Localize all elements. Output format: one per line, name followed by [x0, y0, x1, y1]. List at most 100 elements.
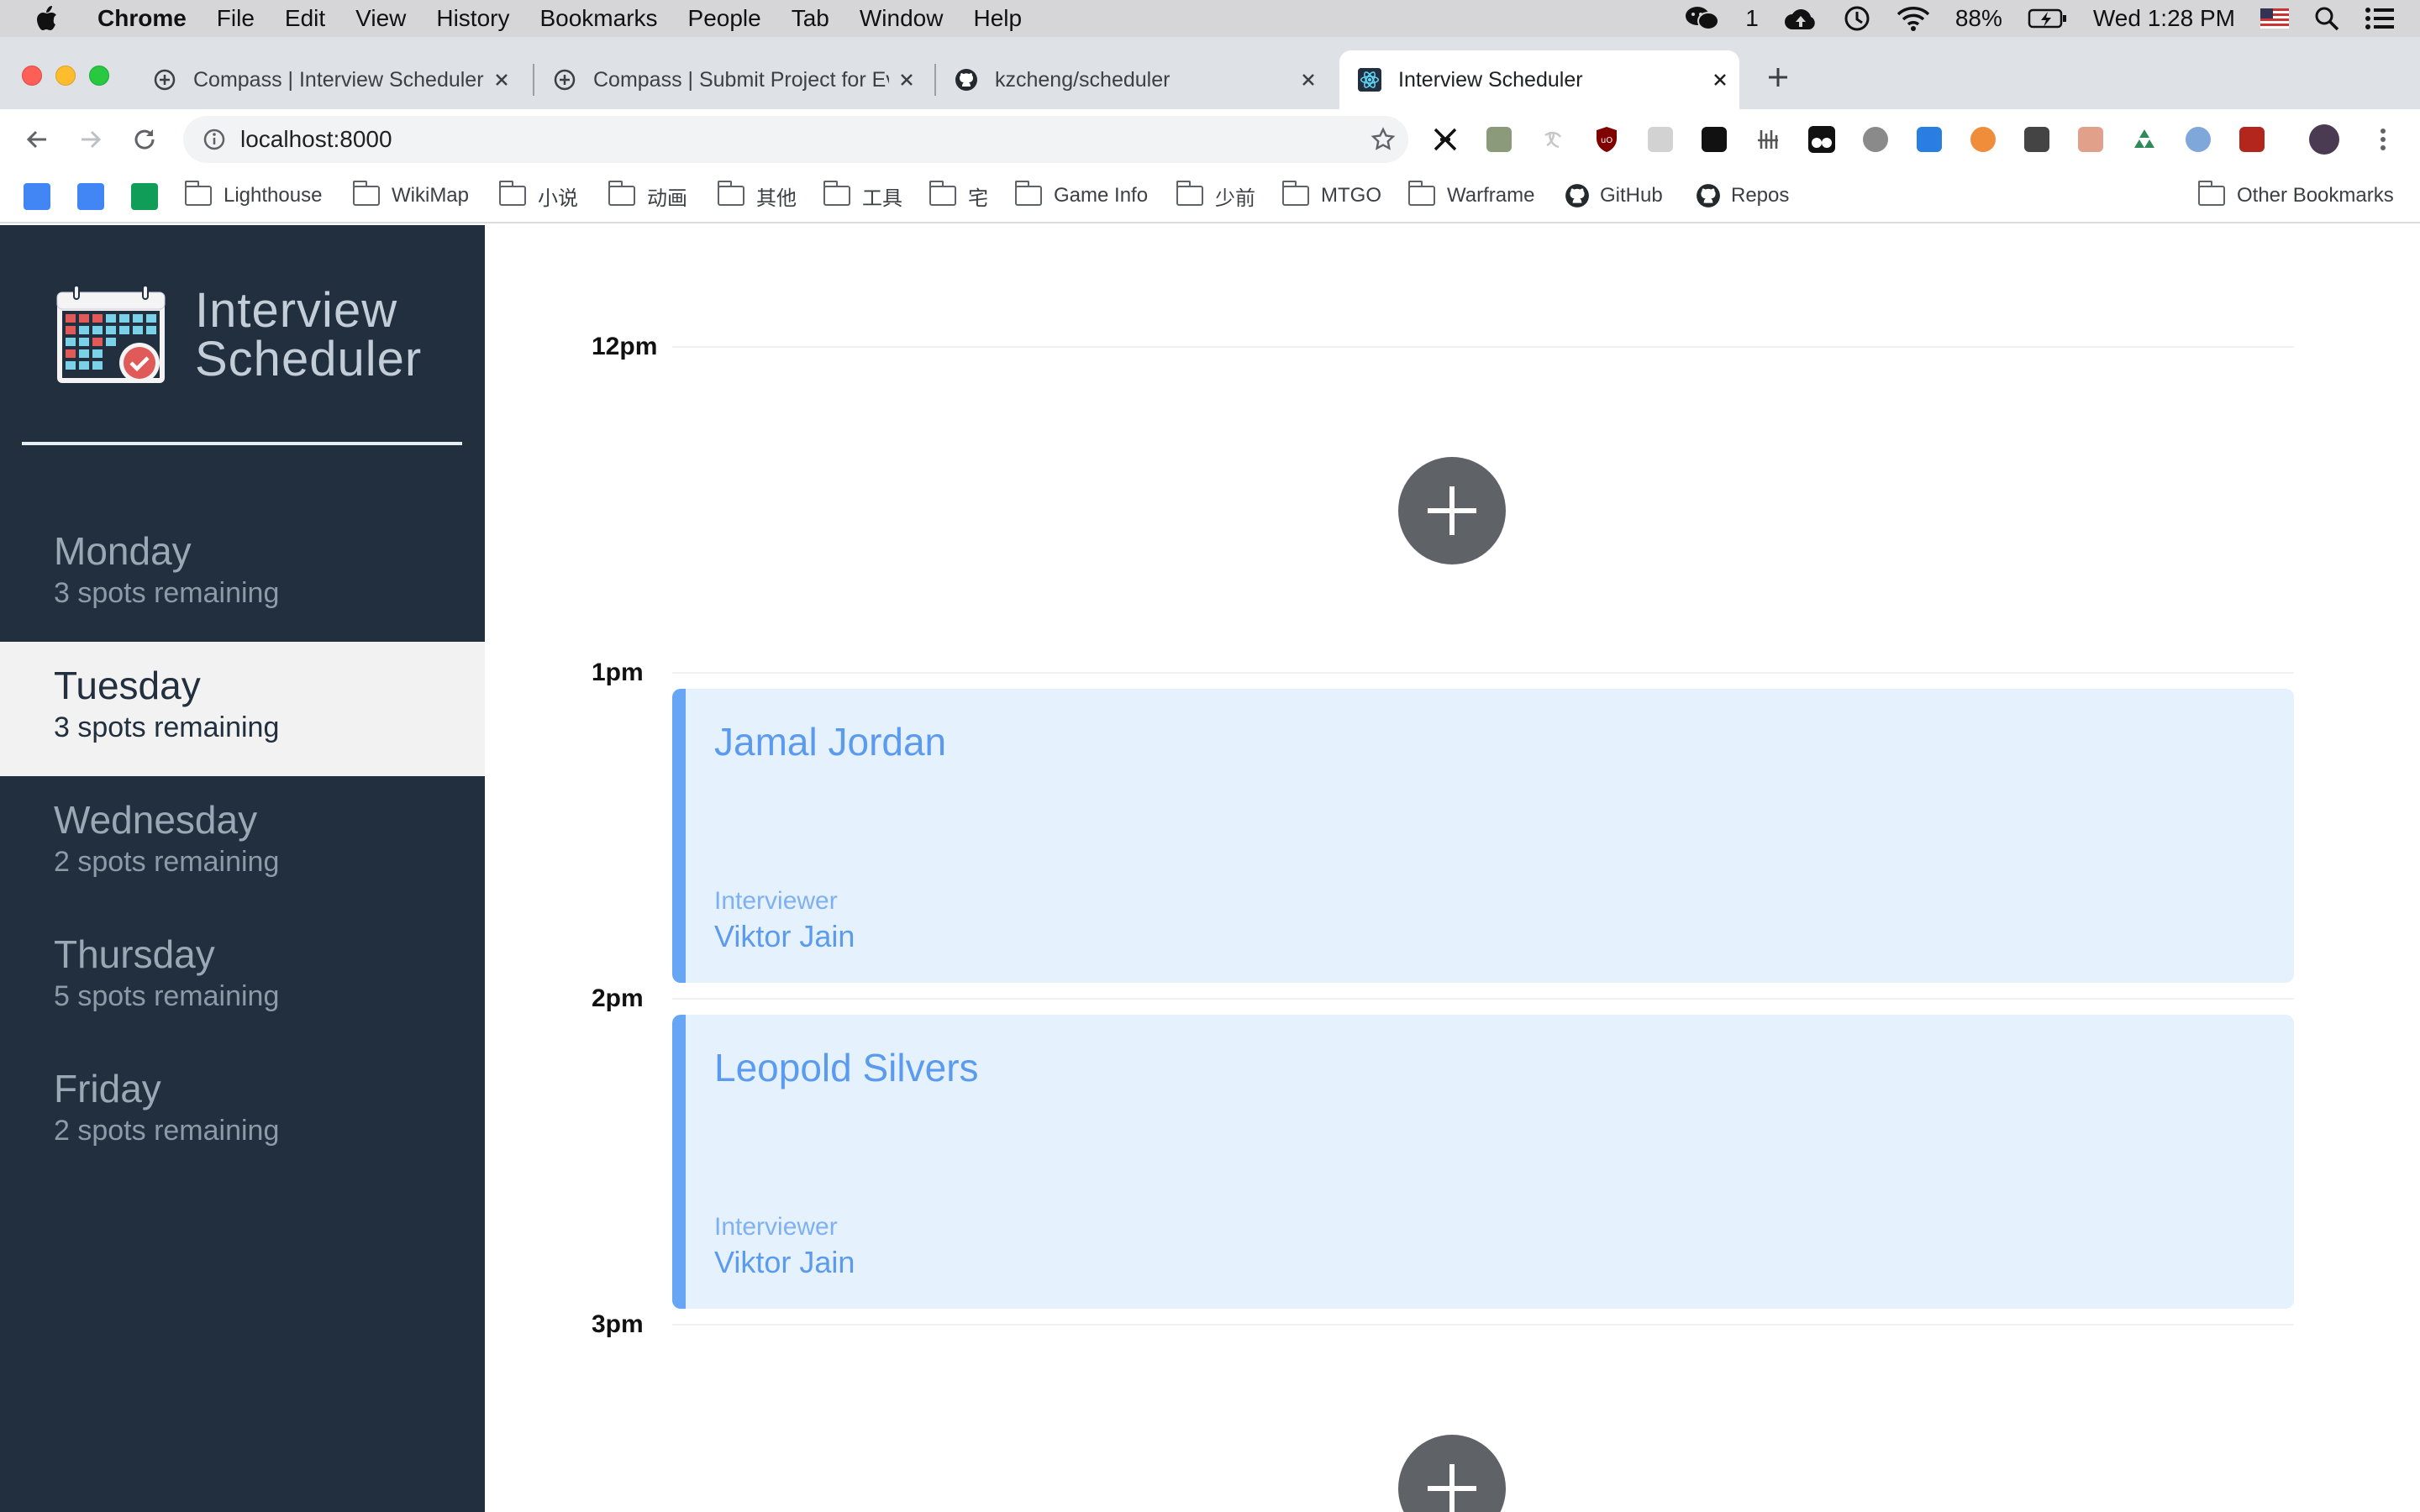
bookmark-other-bookmarks[interactable]: Other Bookmarks — [2198, 181, 2394, 210]
new-tab-button[interactable] — [1763, 62, 1793, 92]
compass-icon — [553, 68, 576, 92]
folder-icon — [1176, 181, 1203, 206]
menu-tab[interactable]: Tab — [792, 5, 829, 32]
window-minimize-button[interactable] — [55, 66, 76, 86]
interviewer-label: Interviewer — [714, 887, 838, 915]
bookmark-lighthouse[interactable]: Lighthouse — [185, 181, 322, 210]
menu-bookmarks[interactable]: Bookmarks — [539, 5, 657, 32]
menu-edit[interactable]: Edit — [285, 5, 325, 32]
day-item-wednesday[interactable]: Wednesday 2 spots remaining — [0, 776, 485, 911]
bookmark-other[interactable]: 其他 — [718, 181, 797, 210]
menu-help[interactable]: Help — [973, 5, 1022, 32]
day-item-monday[interactable]: Monday 3 spots remaining — [0, 507, 485, 642]
reload-button[interactable] — [128, 123, 161, 156]
wechat-count: 1 — [1745, 5, 1759, 31]
clock[interactable]: Wed 1:28 PM — [2093, 5, 2235, 32]
window-close-button[interactable] — [22, 66, 42, 86]
battery-charging-icon[interactable] — [2028, 8, 2068, 29]
extension-blue-icon[interactable] — [2183, 124, 2213, 155]
extension-translate-icon[interactable] — [1484, 124, 1514, 155]
site-info-icon[interactable] — [202, 127, 227, 152]
plus-icon — [1428, 486, 1476, 535]
extension-css-icon[interactable] — [1645, 124, 1676, 155]
cloud-upload-icon[interactable] — [1784, 6, 1818, 31]
extension-orange-icon[interactable] — [1968, 124, 1998, 155]
time-machine-icon[interactable] — [1843, 4, 1871, 33]
forward-button[interactable] — [74, 123, 108, 156]
extension-bars-icon[interactable] — [1753, 124, 1783, 155]
google-translate-icon[interactable] — [24, 183, 50, 210]
day-item-friday[interactable]: Friday 2 spots remaining — [0, 1045, 485, 1179]
menu-file[interactable]: File — [217, 5, 255, 32]
extension-m-icon[interactable] — [1860, 124, 1891, 155]
tab-compass-submit-project[interactable]: Compass | Submit Project for Ev — [534, 50, 926, 109]
calendar-logo-icon — [56, 285, 166, 383]
macos-menu-bar: Chrome File Edit View History Bookmarks … — [0, 0, 2420, 37]
bookmark-label: 其他 — [756, 186, 797, 210]
bookmark-star-icon[interactable] — [1370, 126, 1397, 153]
bookmark-label: 小说 — [538, 186, 578, 210]
bookmark-game-info[interactable]: Game Info — [1015, 181, 1148, 210]
tab-close-icon[interactable] — [896, 69, 918, 91]
extension-image-icon[interactable] — [2075, 124, 2106, 155]
bookmark-otaku[interactable]: 宅 — [929, 181, 988, 210]
profile-avatar-icon[interactable] — [2309, 124, 2339, 155]
bookmark-anime[interactable]: 动画 — [608, 181, 687, 210]
bookmark-novels[interactable]: 小说 — [499, 181, 578, 210]
bookmark-wikimap[interactable]: WikiMap — [353, 181, 469, 210]
add-appointment-button[interactable] — [1398, 457, 1506, 564]
menu-window[interactable]: Window — [860, 5, 944, 32]
tab-close-icon[interactable] — [491, 69, 513, 91]
extension-notion-icon[interactable] — [1699, 124, 1729, 155]
folder-icon — [185, 181, 212, 206]
menu-people[interactable]: People — [688, 5, 761, 32]
url-text[interactable]: localhost:8000 — [240, 126, 392, 153]
wifi-icon[interactable] — [1897, 6, 1930, 31]
extension-red-icon[interactable] — [2237, 124, 2267, 155]
add-appointment-button[interactable] — [1398, 1435, 1506, 1512]
menu-app-name[interactable]: Chrome — [97, 5, 187, 32]
extension-s-icon[interactable] — [2022, 124, 2052, 155]
address-bar[interactable]: localhost:8000 — [183, 116, 1408, 163]
us-flag-icon[interactable] — [2260, 8, 2289, 29]
bookmark-repos[interactable]: Repos — [1696, 181, 1789, 210]
extension-tampermonkey-icon[interactable] — [1807, 124, 1837, 155]
day-item-thursday[interactable]: Thursday 5 spots remaining — [0, 911, 485, 1045]
bookmark-github[interactable]: GitHub — [1565, 181, 1663, 210]
tab-close-icon[interactable] — [1709, 69, 1731, 91]
battery-percent: 88% — [1954, 5, 2002, 31]
tab-compass-interview-scheduler[interactable]: Compass | Interview Scheduler — [134, 50, 521, 109]
bookmark-warframe[interactable]: Warframe — [1408, 181, 1534, 210]
bookmark-label: Lighthouse — [224, 184, 323, 207]
wechat-icon[interactable] — [1685, 5, 1720, 32]
bookmark-label: Repos — [1731, 184, 1790, 207]
time-label-12pm: 12pm — [592, 333, 658, 360]
google-docs-icon[interactable] — [77, 183, 104, 210]
folder-icon — [353, 181, 380, 206]
tab-close-icon[interactable] — [1297, 69, 1319, 91]
extension-kana-icon[interactable] — [1538, 124, 1568, 155]
window-zoom-button[interactable] — [89, 66, 109, 86]
react-icon — [1358, 68, 1381, 92]
bookmark-tools[interactable]: 工具 — [823, 181, 902, 210]
google-sheets-icon[interactable] — [131, 183, 158, 210]
spotlight-search-icon[interactable] — [2314, 6, 2339, 31]
ublock-origin-icon[interactable]: uO — [1591, 124, 1622, 155]
tab-github-scheduler[interactable]: kzcheng/scheduler — [936, 50, 1328, 109]
tab-interview-scheduler[interactable]: Interview Scheduler — [1339, 50, 1739, 109]
apple-icon[interactable] — [34, 4, 59, 33]
notification-center-icon[interactable] — [2365, 6, 2395, 31]
day-item-tuesday[interactable]: Tuesday 3 spots remaining — [0, 642, 485, 776]
extension-p-icon[interactable] — [1914, 124, 1944, 155]
appointment-card[interactable]: Leopold Silvers Interviewer Viktor Jain — [672, 1015, 2294, 1309]
menu-history[interactable]: History — [436, 5, 509, 32]
bookmark-girls-frontline[interactable]: 少前 — [1176, 181, 1255, 210]
bookmark-mtgo[interactable]: MTGO — [1282, 181, 1381, 210]
extension-x-icon[interactable] — [1430, 124, 1460, 155]
appointment-card[interactable]: Jamal Jordan Interviewer Viktor Jain — [672, 689, 2294, 983]
extension-recycle-icon[interactable] — [2129, 124, 2160, 155]
brand-title: Interview Scheduler — [195, 286, 422, 384]
chrome-menu-icon[interactable] — [2368, 124, 2398, 155]
menu-view[interactable]: View — [355, 5, 406, 32]
back-button[interactable] — [20, 123, 54, 156]
